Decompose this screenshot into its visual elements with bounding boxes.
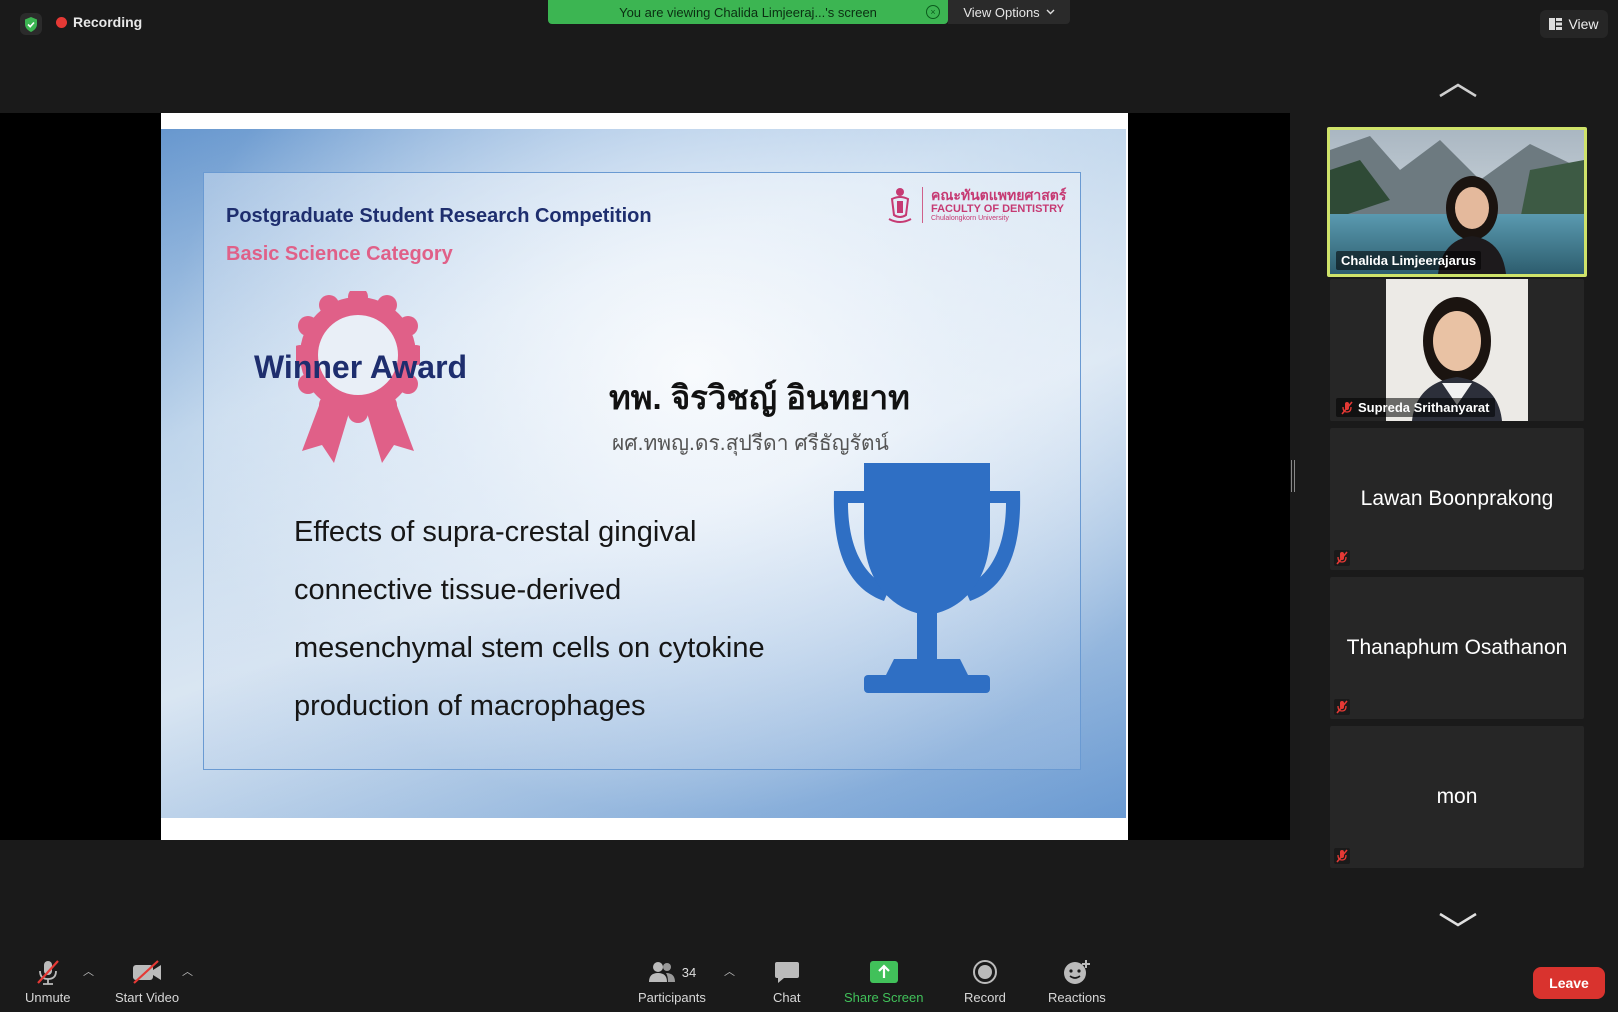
panel-resize-handle[interactable] — [1291, 460, 1295, 492]
participants-icon — [648, 962, 675, 982]
view-options-label: View Options — [963, 4, 1040, 20]
video-tile-lawan[interactable]: Lawan Boonprakong — [1330, 428, 1584, 570]
share-screen-button[interactable]: Share Screen — [844, 959, 924, 1005]
presentation-slide: Postgraduate Student Research Competitio… — [161, 129, 1126, 818]
unmute-label: Unmute — [25, 990, 71, 1005]
chevron-up-icon — [1439, 83, 1477, 98]
recording-dot-icon — [56, 16, 67, 28]
research-title-line: connective tissue-derived — [294, 574, 622, 606]
video-tile-supreda[interactable]: Supreda Srithanyarat — [1330, 279, 1584, 421]
grid-view-icon — [1549, 18, 1563, 30]
chevron-down-icon — [1046, 9, 1055, 15]
chevron-down-icon — [1439, 912, 1477, 927]
participant-name: Thanaphum Osathanon — [1346, 636, 1568, 659]
research-title-line: production of macrophages — [294, 690, 646, 722]
view-options-button[interactable]: View Options — [948, 0, 1070, 24]
unmute-button[interactable]: Unmute — [25, 959, 71, 1005]
recording-indicator[interactable]: Recording — [56, 14, 142, 30]
competition-title: Postgraduate Student Research Competitio… — [226, 205, 652, 227]
chat-label: Chat — [773, 990, 801, 1005]
video-options-caret-icon[interactable]: ︿ — [182, 963, 193, 979]
winner-name: ทพ. จิรวิชญ์ อินทยาท — [609, 379, 910, 416]
view-button[interactable]: View — [1540, 10, 1608, 38]
viewing-screen-banner: You are viewing Chalida Limjeeraj...'s s… — [548, 0, 948, 24]
microphone-muted-icon — [36, 960, 59, 985]
muted-microphone-icon — [1334, 848, 1350, 864]
start-video-button[interactable]: Start Video — [115, 959, 179, 1005]
research-title: Effects of supra-crestal gingival connec… — [294, 503, 765, 735]
trophy-icon — [833, 463, 1021, 693]
logo-thai-text: คณะทันตแพทยศาสตร์ — [931, 186, 1067, 203]
share-screen-icon — [869, 961, 898, 983]
winner-award-text: Winner Award — [254, 349, 468, 385]
top-bar: Recording You are viewing Chalida Limjee… — [0, 0, 1618, 50]
audio-options-caret-icon[interactable]: ︿ — [83, 963, 94, 979]
meeting-toolbar: Unmute ︿ Start Video ︿ 34 Participants ︿… — [0, 953, 1618, 1012]
participants-options-caret-icon[interactable]: ︿ — [724, 963, 735, 979]
advisor-name: ผศ.ทพญ.ดร.สุปรีดา ศรีธัญรัตน์ — [612, 432, 889, 455]
participant-name-label: Chalida Limjeerajarus — [1336, 251, 1482, 270]
muted-microphone-icon — [1334, 550, 1350, 566]
security-shield-icon[interactable] — [20, 13, 42, 35]
record-label: Record — [964, 990, 1006, 1005]
participants-label: Participants — [638, 990, 706, 1005]
logo-sub-text: Chulalongkorn University — [931, 215, 1009, 223]
video-tile-mon[interactable]: mon — [1330, 726, 1584, 868]
leave-button[interactable]: Leave — [1533, 967, 1605, 999]
video-camera-off-icon — [133, 960, 162, 984]
logo-english-text: FACULTY OF DENTISTRY — [931, 202, 1065, 215]
scroll-down-button[interactable] — [1436, 908, 1480, 932]
slide-content-box: Postgraduate Student Research Competitio… — [203, 172, 1081, 770]
slide-frame: Postgraduate Student Research Competitio… — [161, 113, 1128, 840]
participant-name-label: Supreda Srithanyarat — [1336, 398, 1495, 417]
participant-name: Lawan Boonprakong — [1360, 487, 1554, 510]
muted-microphone-icon — [1334, 699, 1350, 715]
close-icon[interactable]: × — [926, 5, 940, 19]
scroll-up-button[interactable] — [1436, 78, 1480, 102]
smiley-plus-icon — [1063, 960, 1090, 984]
participants-count: 34 — [681, 964, 697, 980]
recording-label: Recording — [73, 14, 143, 30]
shared-screen[interactable]: Postgraduate Student Research Competitio… — [0, 113, 1290, 840]
record-button[interactable]: Record — [964, 959, 1006, 1005]
research-title-line: mesenchymal stem cells on cytokine — [294, 632, 765, 664]
viewing-screen-text: You are viewing Chalida Limjeeraj...'s s… — [619, 4, 877, 20]
reactions-label: Reactions — [1048, 990, 1106, 1005]
share-screen-label: Share Screen — [844, 990, 924, 1005]
research-title-line: Effects of supra-crestal gingival — [294, 516, 697, 548]
video-tile-chalida[interactable]: Chalida Limjeerajarus — [1327, 127, 1587, 277]
record-icon — [972, 960, 997, 984]
muted-microphone-icon — [1341, 400, 1353, 415]
participant-name: mon — [1436, 785, 1478, 808]
category-title: Basic Science Category — [226, 243, 453, 265]
chat-bubble-icon — [774, 962, 799, 983]
faculty-logo: คณะทันตแพทยศาสตร์ FACULTY OF DENTISTRY C… — [886, 185, 1066, 225]
university-emblem-icon — [888, 188, 912, 223]
start-video-label: Start Video — [115, 990, 180, 1005]
video-tile-thanaphum[interactable]: Thanaphum Osathanon — [1330, 577, 1584, 719]
chat-button[interactable]: Chat — [773, 959, 800, 1005]
participants-button[interactable]: 34 Participants — [638, 959, 706, 1005]
reactions-button[interactable]: Reactions — [1048, 959, 1106, 1005]
view-label: View — [1568, 16, 1599, 32]
